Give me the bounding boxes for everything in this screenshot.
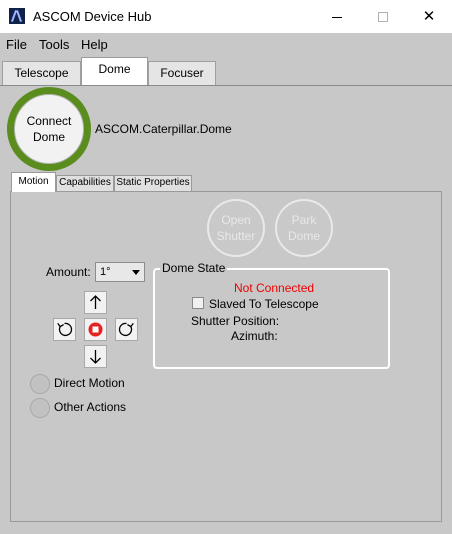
subtab-motion[interactable]: Motion [11, 172, 56, 192]
chevron-down-icon [132, 270, 140, 275]
tab-dome[interactable]: Dome [81, 57, 148, 86]
park-dome-line2: Dome [287, 229, 320, 243]
other-actions-label: Other Actions [54, 400, 127, 414]
amount-value: 1° [100, 266, 111, 278]
driver-name: ASCOM.Caterpillar.Dome [95, 122, 232, 136]
jog-down-button[interactable] [84, 345, 107, 368]
connect-label-line1: Connect [26, 114, 72, 128]
tab-focuser[interactable]: Focuser [148, 61, 216, 85]
stop-icon [88, 322, 103, 337]
jog-up-button[interactable] [84, 291, 107, 314]
subtab-capabilities[interactable]: Capabilities [56, 175, 114, 191]
slaved-to-telescope-label: Slaved To Telescope [209, 297, 319, 311]
maximize-icon [378, 12, 388, 23]
direct-motion-radio[interactable] [30, 374, 50, 394]
rotate-ccw-button[interactable] [53, 318, 76, 341]
direct-motion-label: Direct Motion [54, 376, 125, 390]
rotate-ccw-icon [57, 322, 73, 337]
tab-telescope[interactable]: Telescope [2, 61, 81, 85]
menu-file[interactable]: File [6, 37, 27, 52]
park-dome-button[interactable]: Park Dome [275, 199, 333, 257]
slaved-to-telescope-checkbox[interactable] [192, 297, 204, 309]
subtab-static-properties[interactable]: Static Properties [114, 175, 192, 191]
minimize-icon [332, 16, 342, 18]
arrow-up-icon [90, 295, 101, 309]
close-button[interactable]: ✕ [406, 0, 452, 33]
other-actions-radio[interactable] [30, 398, 50, 418]
device-tabs: Telescope Dome Focuser [0, 55, 452, 86]
connection-status-text: Not Connected [234, 281, 315, 295]
azimuth-label: Azimuth: [231, 329, 278, 343]
rotate-cw-icon [118, 322, 134, 337]
title-bar: ASCOM Device Hub ✕ [0, 0, 452, 33]
app-icon [9, 8, 25, 24]
menu-bar: File Tools Help [0, 33, 452, 55]
minimize-button[interactable] [314, 0, 360, 33]
connect-dome-button[interactable]: Connect Dome [14, 94, 84, 164]
open-shutter-line2: Shutter [216, 229, 256, 243]
dome-state-legend: Dome State [160, 261, 228, 275]
park-dome-line1: Park [291, 213, 317, 227]
menu-tools[interactable]: Tools [39, 37, 69, 52]
open-shutter-button[interactable]: Open Shutter [207, 199, 265, 257]
window-title: ASCOM Device Hub [33, 9, 152, 24]
maximize-button[interactable] [360, 0, 406, 33]
open-shutter-line1: Open [221, 213, 251, 227]
amount-label: Amount: [46, 265, 91, 279]
shutter-position-label: Shutter Position: [191, 314, 280, 328]
connect-label-line2: Dome [32, 130, 65, 144]
menu-help[interactable]: Help [81, 37, 108, 52]
amount-select[interactable]: 1° [95, 262, 145, 282]
stop-button[interactable] [84, 318, 107, 341]
rotate-cw-button[interactable] [115, 318, 138, 341]
arrow-down-icon [90, 350, 101, 364]
tab-panel-border [0, 85, 452, 86]
